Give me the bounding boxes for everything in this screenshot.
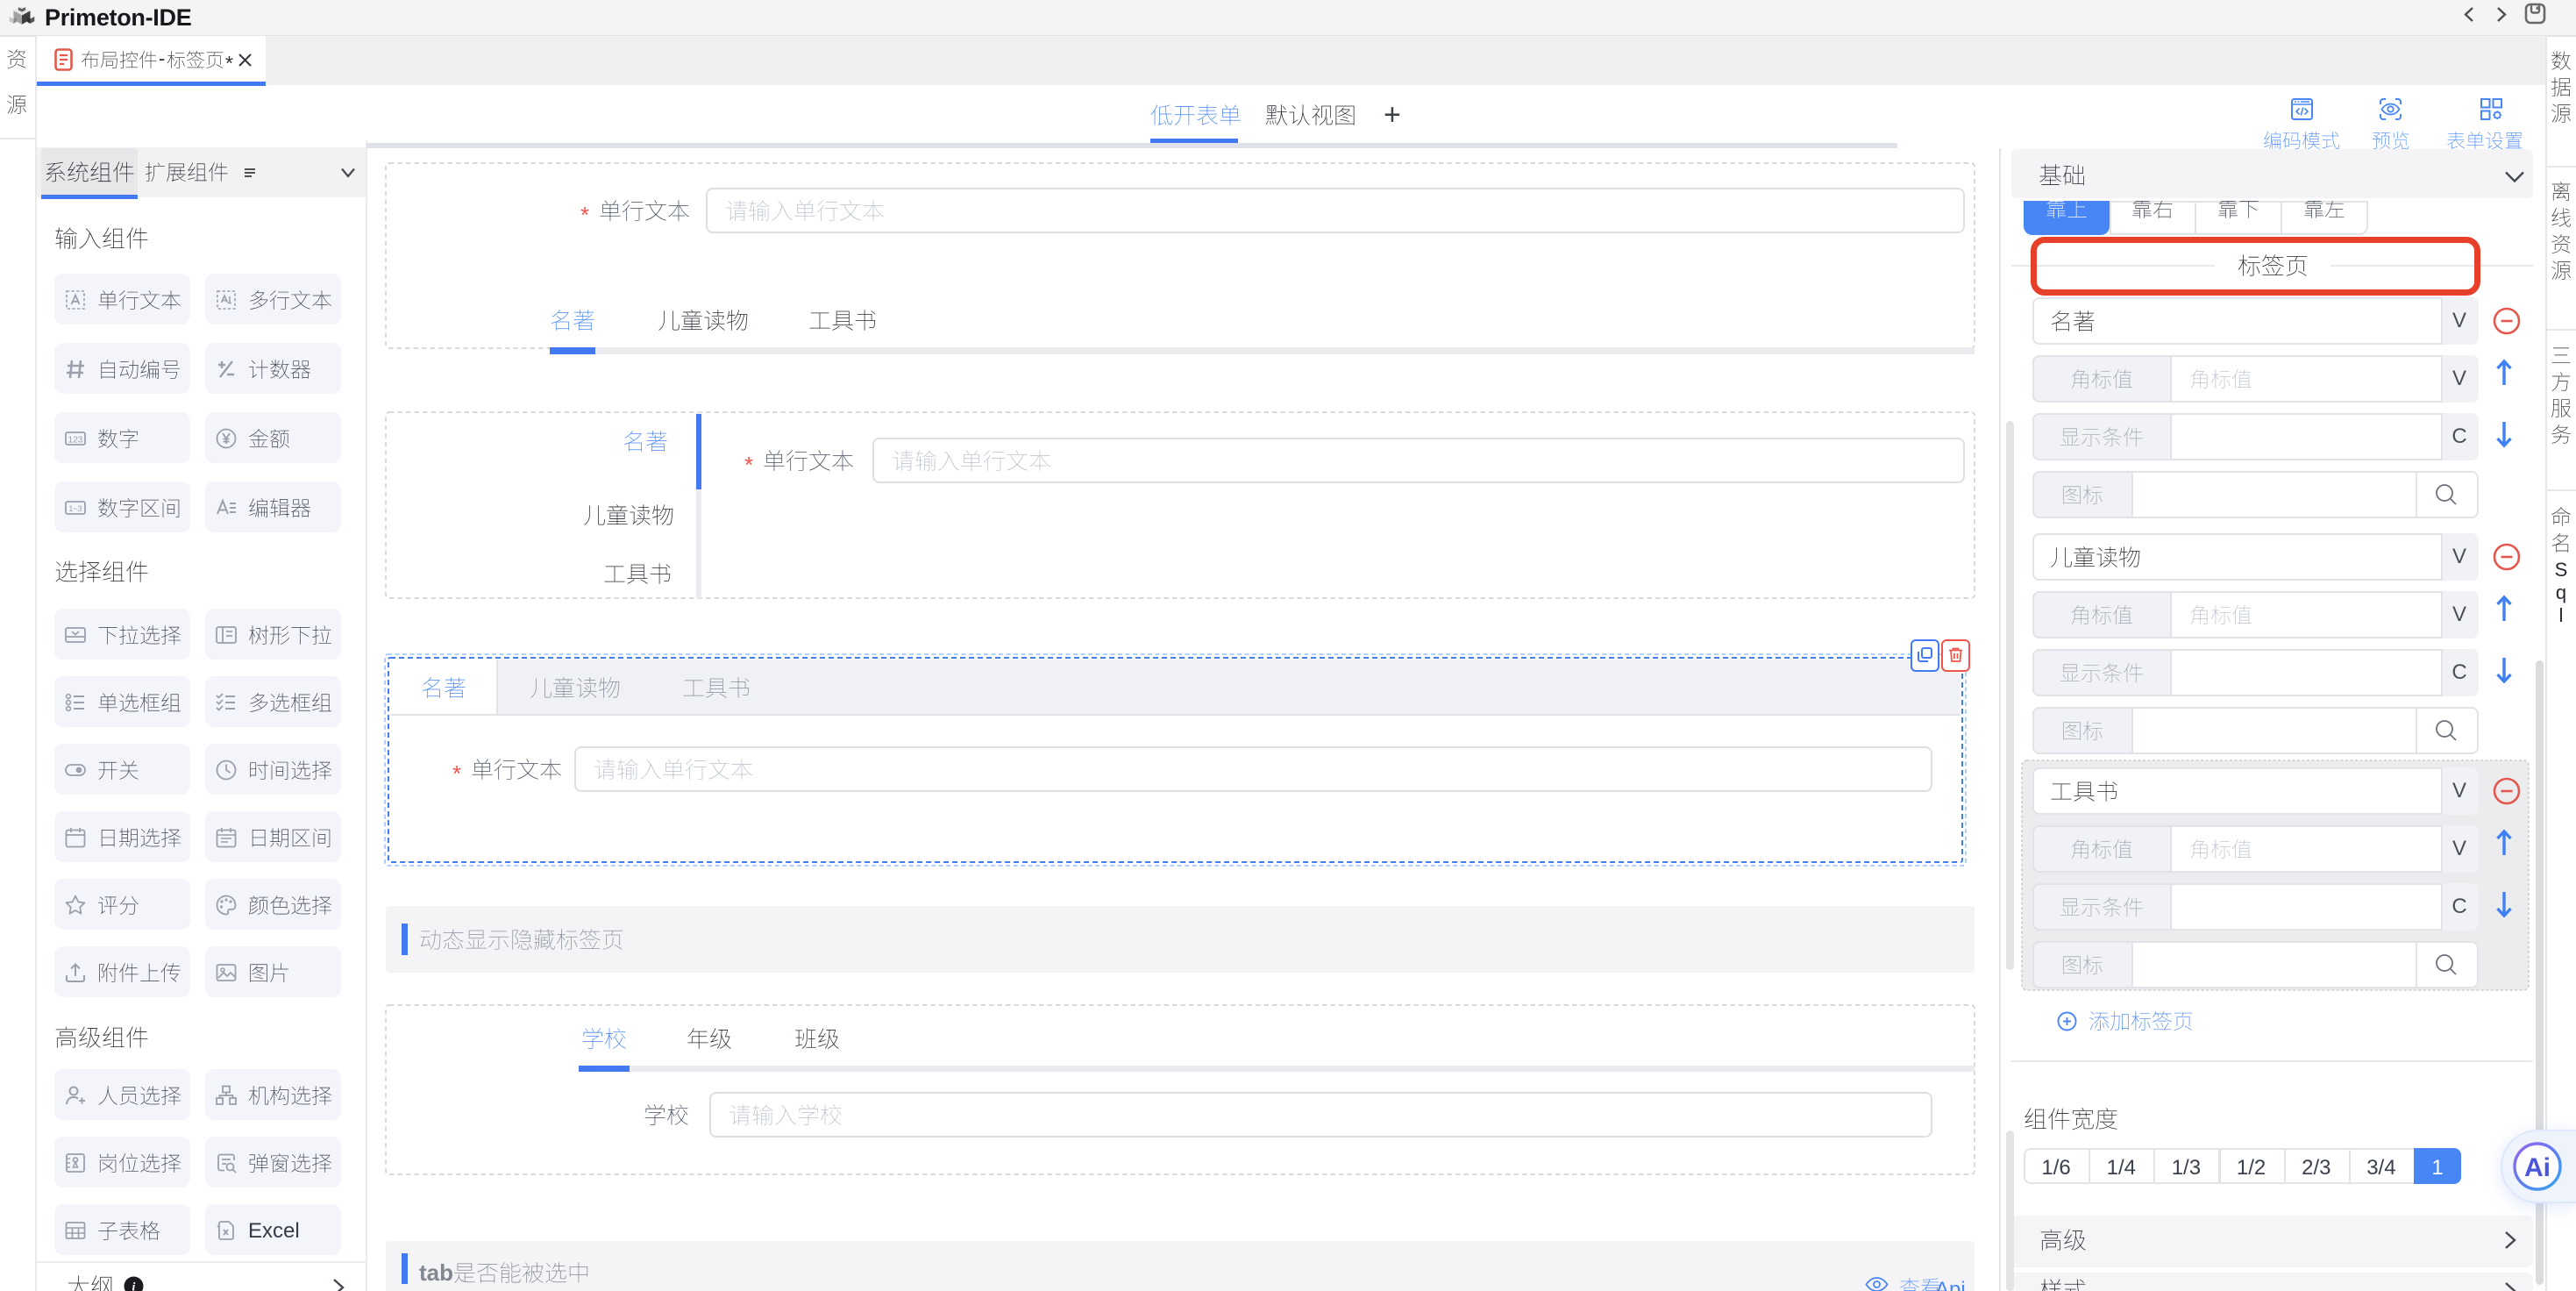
svg-text:Ai: Ai xyxy=(2524,1153,2551,1182)
svg-text:123: 123 xyxy=(68,436,83,446)
svg-text:i: i xyxy=(132,1281,136,1291)
svg-text:1~3: 1~3 xyxy=(68,504,82,513)
